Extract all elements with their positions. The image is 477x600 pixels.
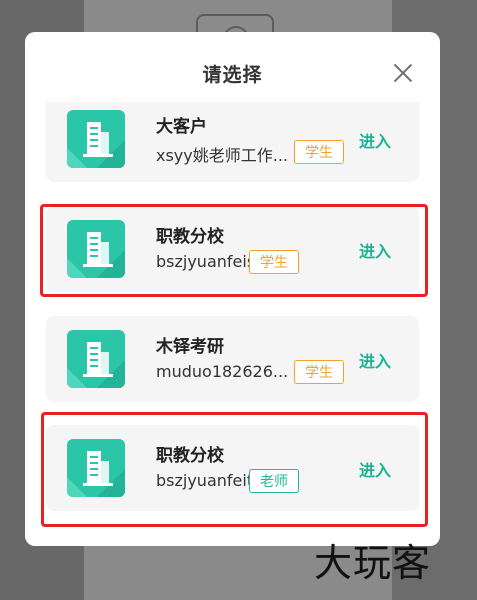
account-id: xsyy姚老师工作... (156, 146, 289, 165)
highlight-box (40, 204, 428, 297)
enter-button[interactable]: 进入 (359, 348, 391, 372)
account-id: muduo182626... (156, 362, 289, 381)
highlight-box (41, 412, 428, 527)
watermark: 大玩客 (314, 541, 432, 585)
role-badge: 学生 (294, 140, 344, 164)
account-card[interactable]: 大客户 xsyy姚老师工作... 学生 进入 (46, 102, 419, 182)
enter-button[interactable]: 进入 (359, 128, 391, 152)
org-name: 大客户 (156, 117, 207, 137)
building-icon (67, 330, 125, 388)
dialog-title: 请选择 (202, 64, 263, 86)
role-badge: 学生 (294, 360, 344, 384)
close-icon[interactable] (392, 62, 414, 84)
building-icon (67, 110, 125, 168)
account-card[interactable]: 木铎考研 muduo182626... 学生 进入 (46, 316, 419, 402)
org-name: 木铎考研 (156, 337, 224, 357)
